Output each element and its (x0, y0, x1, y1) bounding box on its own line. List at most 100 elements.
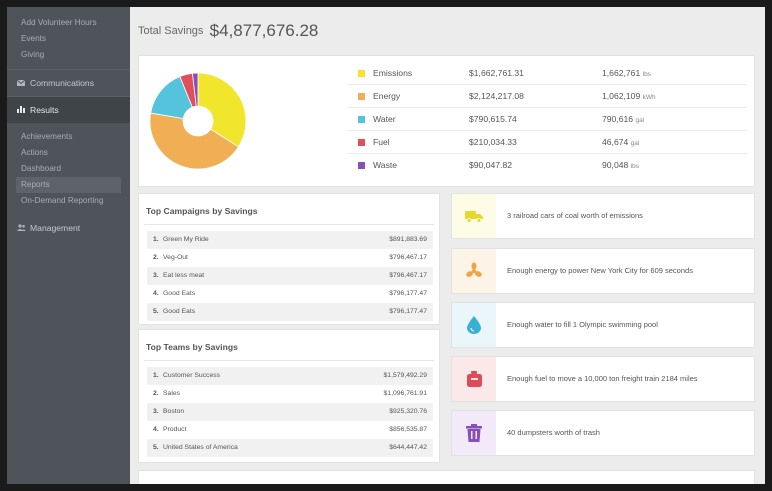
row-name: United States of America (163, 444, 238, 451)
legend-name: Water (373, 114, 396, 124)
row-value: $796,177.47 (389, 308, 427, 315)
table-row: 4. Product $856,535.87 (147, 421, 433, 439)
row-name: Good Eats (163, 290, 196, 297)
sidebar-item-communications[interactable]: Communications (7, 69, 130, 96)
legend-swatch (358, 93, 365, 100)
row-name: Veg-Out (163, 254, 188, 261)
sidebar-item-management[interactable]: Management (7, 215, 130, 242)
amount-value: 1,062,109 (602, 91, 641, 101)
sidebar-item-giving[interactable]: Giving (7, 47, 130, 63)
amount-unit: gal (635, 117, 645, 124)
legend-money: $90,047.82 (469, 160, 513, 170)
legend-swatch (358, 116, 365, 123)
fuel-can-icon (466, 370, 482, 387)
fact-card-energy: Enough energy to power New York City for… (451, 248, 755, 294)
row-value: $1,096,761.91 (383, 390, 427, 397)
legend-amount: 46,674 gal (602, 131, 639, 155)
legend-money: $210,034.33 (469, 137, 517, 147)
table-row: 5. United States of America $644,447.42 (147, 439, 433, 457)
row-rank: 4. (153, 426, 159, 433)
row-name: Product (163, 426, 187, 433)
legend-amount: 1,662,761 lbs (602, 62, 651, 86)
fact-card-waste: 40 dumpsters worth of trash (451, 410, 755, 456)
table-row: 1. Green My Ride $891,883.69 (147, 231, 433, 249)
fact-icon-box (452, 249, 496, 293)
table-row: 1. Customer Success $1,579,492.29 (147, 367, 433, 385)
sidebar-item-dashboard[interactable]: Dashboard (7, 161, 130, 177)
row-rank: 3. (153, 408, 159, 415)
trash-icon (466, 424, 482, 442)
row-name: Green My Ride (163, 236, 209, 243)
table-row: 2. Sales $1,096,761.91 (147, 385, 433, 403)
total-savings: Total Savings $4,877,676.28 (138, 21, 318, 41)
row-rank: 2. (153, 254, 159, 261)
sidebar-item-label: Communications (30, 78, 94, 88)
sidebar-item-actions[interactable]: Actions (7, 145, 130, 161)
total-savings-label: Total Savings (138, 25, 204, 37)
legend-money: $2,124,217.08 (469, 91, 524, 101)
table-row: 3. Eat less meat $796,467.17 (147, 267, 433, 285)
amount-unit: gal (630, 140, 640, 147)
bottom-card (138, 470, 755, 484)
amount-value: 1,662,761 (602, 68, 641, 78)
users-icon (17, 215, 26, 242)
sidebar-item-events[interactable]: Events (7, 31, 130, 47)
legend-amount: 790,616 gal (602, 108, 644, 132)
row-name: Boston (163, 408, 185, 415)
row-name: Good Eats (163, 308, 196, 315)
sidebar-item-achievements[interactable]: Achievements (7, 129, 130, 145)
legend-row-waste: Waste $90,047.82 90,048 lbs (347, 154, 747, 177)
row-rank: 5. (153, 308, 159, 315)
fan-icon (466, 262, 482, 277)
sidebar-item-label: Management (30, 223, 81, 233)
fact-text: Enough water to fill 1 Olympic swimming … (507, 320, 658, 329)
sidebar-item-results[interactable]: Results (7, 96, 130, 123)
row-rank: 5. (153, 444, 159, 451)
top-teams-card: Top Teams by Savings 1. Customer Success $… (138, 329, 440, 463)
table-row: 2. Veg-Out $796,467.17 (147, 249, 433, 267)
fact-text: 40 dumpsters worth of trash (507, 428, 600, 437)
results-submenu: Achievements Actions Dashboard Reports O… (7, 123, 130, 215)
legend-swatch (358, 139, 365, 146)
fact-text: Enough fuel to move a 10,000 ton freight… (507, 374, 698, 383)
savings-legend: Emissions $1,662,761.31 1,662,761 lbs En… (347, 62, 747, 177)
amount-value: 46,674 (602, 137, 629, 147)
row-value: $856,535.87 (389, 426, 427, 433)
row-value: $796,467.17 (389, 254, 427, 261)
row-value: $1,579,492.29 (383, 372, 427, 379)
row-value: $644,447.42 (389, 444, 427, 451)
legend-row-water: Water $790,615.74 790,616 gal (347, 108, 747, 131)
sidebar-item-add-volunteer-hours[interactable]: Add Volunteer Hours (7, 15, 130, 31)
fact-icon-box (452, 357, 496, 401)
table-row: 3. Boston $925,320.76 (147, 403, 433, 421)
truck-icon (465, 211, 483, 223)
amount-value: 790,616 (602, 114, 634, 124)
divider (144, 360, 434, 361)
legend-row-energy: Energy $2,124,217.08 1,062,109 kWh (347, 85, 747, 108)
sidebar-item-label: Results (30, 105, 59, 115)
main-content: Total Savings $4,877,676.28 Emissions $1… (130, 7, 765, 484)
sidebar-item-on-demand-reporting[interactable]: On-Demand Reporting (7, 193, 130, 209)
fact-icon-box (452, 411, 496, 455)
fact-card-fuel: Enough fuel to move a 10,000 ton freight… (451, 356, 755, 402)
legend-money: $790,615.74 (469, 114, 517, 124)
row-value: $925,320.76 (389, 408, 427, 415)
amount-value: 90,048 (602, 160, 629, 170)
legend-amount: 1,062,109 kWh (602, 85, 656, 109)
legend-name: Energy (373, 91, 401, 101)
legend-money: $1,662,761.31 (469, 68, 524, 78)
legend-swatch (358, 70, 365, 77)
savings-breakdown-card: Emissions $1,662,761.31 1,662,761 lbs En… (138, 55, 755, 187)
row-name: Sales (163, 390, 181, 397)
legend-name: Emissions (373, 68, 413, 78)
sidebar: Add Volunteer Hours Events Giving Commun… (7, 7, 130, 484)
row-rank: 4. (153, 290, 159, 297)
row-rank: 1. (153, 372, 159, 379)
table-row: 5. Good Eats $796,177.47 (147, 303, 433, 321)
top-campaigns-card: Top Campaigns by Savings 1. Green My Ride… (138, 193, 440, 325)
sidebar-item-reports[interactable]: Reports (16, 177, 121, 193)
divider (144, 224, 434, 225)
amount-unit: kWh (642, 94, 656, 101)
row-name: Customer Success (163, 372, 221, 379)
legend-name: Waste (373, 160, 398, 170)
